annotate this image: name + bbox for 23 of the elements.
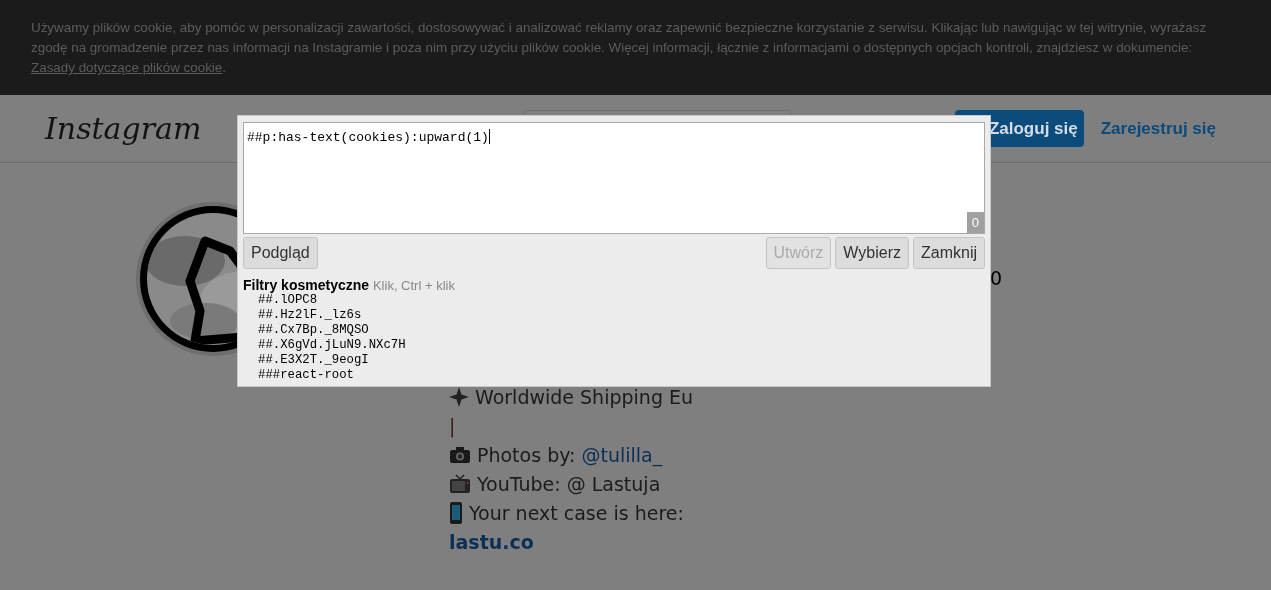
dialog-button[interactable]: Podgląd [243, 237, 318, 269]
tv-icon [449, 472, 471, 495]
bio-text: Your next case is here: [469, 501, 684, 524]
bio-text: Worldwide Shipping Eu [475, 385, 694, 408]
match-counter: 0 [966, 212, 984, 233]
dialog-button[interactable]: Zamknij [913, 237, 985, 269]
filter-item[interactable]: ##.Cx7Bp._8MQSO [258, 323, 985, 338]
filter-item[interactable]: ##.X6gVd.jLuN9.NXc7H [258, 338, 985, 353]
logo[interactable]: Instagram [45, 111, 202, 146]
phone-icon [449, 501, 463, 524]
bio-text: YouTube: @ Lastuja [477, 472, 661, 495]
filter-item[interactable]: ##.lOPC8 [258, 293, 985, 308]
bio-text: Photos by: @tulilla_ [477, 443, 663, 466]
filter-item[interactable]: ##.E3X2T._9eogI [258, 353, 985, 368]
dialog-button[interactable]: Wybierz [835, 237, 909, 269]
filter-input[interactable]: ##p:has-text(cookies):upward(1) 0 [243, 122, 985, 234]
separator-text: | [449, 414, 456, 437]
section-title: Filtry kosmetyczne [243, 277, 370, 293]
section-hint: Klik, Ctrl + klik [372, 278, 455, 293]
stat-count: 0 [990, 267, 1003, 289]
sparkle-icon [449, 386, 469, 407]
filter-item[interactable]: ###react-root [258, 368, 985, 383]
filter-item[interactable]: ##.Hz2lF._lz6s [258, 308, 985, 323]
